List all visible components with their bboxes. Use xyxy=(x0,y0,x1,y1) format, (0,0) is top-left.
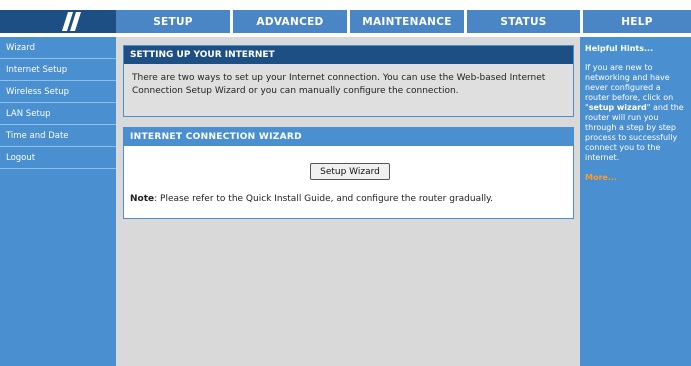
setup-internet-section: SETTING UP YOUR INTERNET There are two w… xyxy=(123,45,574,117)
setup-wizard-button[interactable]: Setup Wizard xyxy=(310,163,390,180)
note-body: : Please refer to the Quick Install Guid… xyxy=(154,194,494,204)
hints-text-bold: setup wizard xyxy=(588,103,647,112)
setup-internet-description: There are two ways to set up your Intern… xyxy=(132,73,546,96)
sidebar-item-time-and-date[interactable]: Time and Date xyxy=(0,125,116,147)
tab-status[interactable]: STATUS xyxy=(467,10,580,33)
top-nav: SETUP ADVANCED MAINTENANCE STATUS HELP xyxy=(116,10,691,33)
tab-help[interactable]: HELP xyxy=(583,10,691,33)
connection-wizard-title: INTERNET CONNECTION WIZARD xyxy=(124,128,573,146)
tab-maintenance[interactable]: MAINTENANCE xyxy=(350,10,464,33)
sidebar-item-internet-setup[interactable]: Internet Setup xyxy=(0,59,116,81)
hints-text: If you are new to networking and have ne… xyxy=(580,53,691,163)
main-content: SETTING UP YOUR INTERNET There are two w… xyxy=(116,37,580,366)
connection-wizard-section: INTERNET CONNECTION WIZARD Setup Wizard … xyxy=(123,127,574,219)
left-sidebar: Wizard Internet Setup Wireless Setup LAN… xyxy=(0,37,116,366)
sidebar-item-logout[interactable]: Logout xyxy=(0,147,116,169)
note-label: Note xyxy=(130,194,155,204)
sidebar-item-lan-setup[interactable]: LAN Setup xyxy=(0,103,116,125)
sidebar-item-wizard[interactable]: Wizard xyxy=(0,37,116,59)
top-strip xyxy=(0,0,691,10)
logo-stripes-icon xyxy=(62,12,81,31)
hints-title: Helpful Hints... xyxy=(585,44,654,53)
tab-setup[interactable]: SETUP xyxy=(116,10,230,33)
sidebar-item-wireless-setup[interactable]: Wireless Setup xyxy=(0,81,116,103)
helpful-hints-panel: Helpful Hints... If you are new to netwo… xyxy=(580,37,691,366)
note-text: Note: Please refer to the Quick Install … xyxy=(130,194,493,204)
tab-advanced[interactable]: ADVANCED xyxy=(233,10,347,33)
logo xyxy=(0,10,116,33)
hints-more-link[interactable]: More... xyxy=(580,163,691,182)
setup-internet-title: SETTING UP YOUR INTERNET xyxy=(124,46,573,64)
